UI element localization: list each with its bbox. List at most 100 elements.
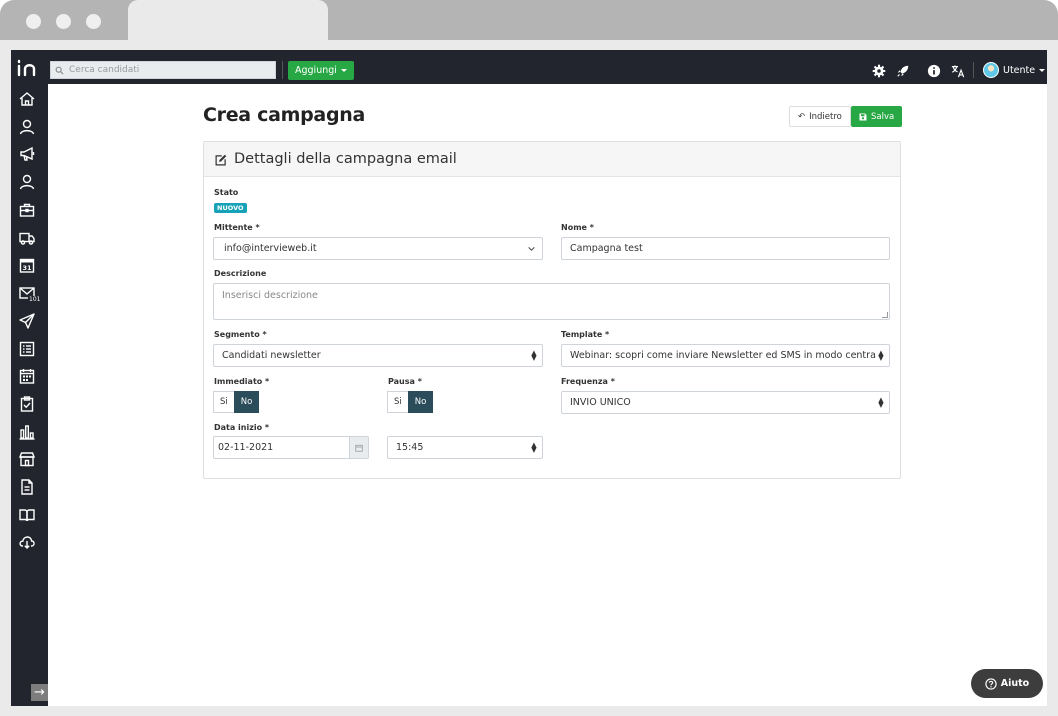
template-value: Webinar: scopri come inviare Newsletter … bbox=[570, 350, 876, 361]
page-title: Crea campagna bbox=[203, 104, 365, 126]
sidebar: 31 101 → bbox=[11, 50, 48, 706]
data-inizio-input[interactable]: 02-11-2021 bbox=[213, 436, 369, 459]
help-button[interactable]: Aiuto bbox=[971, 669, 1043, 698]
ora-select[interactable]: 15:45 ▲ ▼ bbox=[387, 436, 543, 459]
store-icon[interactable] bbox=[18, 451, 36, 467]
help-button-label: Aiuto bbox=[1000, 678, 1030, 689]
window-close-dot[interactable] bbox=[26, 14, 41, 29]
browser-toolbar bbox=[0, 40, 1058, 50]
caret-down-icon bbox=[340, 69, 347, 72]
segmento-label: Segmento * bbox=[214, 330, 267, 339]
logo-icon[interactable] bbox=[16, 59, 40, 77]
descrizione-textarea[interactable]: Inserisci descrizione bbox=[213, 283, 890, 320]
immediato-si-option[interactable]: Si bbox=[213, 391, 234, 413]
mittente-label: Mittente * bbox=[214, 223, 260, 232]
sidebar-expand-button[interactable]: → bbox=[31, 684, 48, 701]
select-arrows-icon: ▲ ▼ bbox=[878, 348, 884, 362]
descrizione-label: Descrizione bbox=[214, 269, 267, 278]
segmento-select[interactable]: Candidati newsletter ▲ ▼ bbox=[213, 344, 543, 367]
pausa-label: Pausa * bbox=[388, 377, 422, 386]
truck-icon[interactable] bbox=[19, 230, 35, 246]
mail-count-badge: 101 bbox=[28, 296, 42, 303]
pausa-no-option[interactable]: No bbox=[407, 391, 434, 413]
nome-label: Nome * bbox=[561, 223, 594, 232]
calendar-icon[interactable] bbox=[349, 437, 368, 458]
pausa-si-option[interactable]: Si bbox=[387, 391, 408, 413]
resize-handle[interactable] bbox=[882, 312, 888, 318]
immediato-label: Immediato * bbox=[214, 377, 270, 386]
nome-value: Campagna test bbox=[570, 243, 643, 254]
chevron-down-icon bbox=[528, 247, 535, 251]
search-input[interactable] bbox=[69, 65, 269, 75]
frequenza-label: Frequenza * bbox=[561, 377, 615, 386]
arrow-right-icon: → bbox=[34, 685, 45, 700]
search-box[interactable] bbox=[50, 61, 276, 79]
ora-value: 15:45 bbox=[396, 442, 424, 453]
rocket-icon[interactable] bbox=[896, 63, 910, 77]
add-button-label: Aggiungi bbox=[295, 65, 337, 76]
select-arrows-icon: ▲ ▼ bbox=[531, 348, 537, 362]
search-icon bbox=[55, 66, 64, 75]
candidate-icon[interactable] bbox=[19, 174, 35, 190]
back-button-label: Indietro bbox=[809, 111, 842, 122]
app-window: Aggiungi Utente bbox=[11, 50, 1047, 706]
pausa-toggle[interactable]: Si No bbox=[387, 391, 434, 413]
user-menu[interactable]: Utente bbox=[1003, 65, 1046, 76]
immediato-toggle[interactable]: Si No bbox=[213, 391, 260, 413]
save-button-label: Salva bbox=[871, 111, 895, 122]
window-maximize-dot[interactable] bbox=[86, 14, 101, 29]
window-minimize-dot[interactable] bbox=[56, 14, 71, 29]
briefcase-icon[interactable] bbox=[19, 202, 35, 218]
frame-left-border bbox=[0, 50, 11, 716]
book-icon[interactable] bbox=[19, 507, 35, 523]
top-navbar: Aggiungi Utente bbox=[11, 50, 1047, 84]
topbar-divider bbox=[282, 61, 283, 79]
cloud-download-icon[interactable] bbox=[19, 534, 35, 550]
info-icon[interactable] bbox=[927, 63, 941, 78]
edit-icon bbox=[215, 154, 227, 166]
paper-plane-icon[interactable] bbox=[19, 313, 35, 329]
clipboard-check-icon[interactable] bbox=[19, 396, 35, 412]
stato-label: Stato bbox=[214, 188, 239, 197]
language-icon[interactable] bbox=[951, 63, 965, 78]
megaphone-icon[interactable] bbox=[19, 146, 35, 162]
frame-bottom-border bbox=[0, 706, 1058, 716]
topbar-separator bbox=[973, 62, 974, 78]
main-content: Crea campagna ↶ Indietro Salva Dettagli … bbox=[48, 84, 1047, 706]
user-icon[interactable] bbox=[19, 119, 35, 135]
frequenza-value: INVIO UNICO bbox=[570, 397, 631, 408]
save-button[interactable]: Salva bbox=[851, 106, 903, 127]
gear-icon[interactable] bbox=[872, 63, 886, 78]
document-icon[interactable] bbox=[19, 479, 35, 495]
status-badge: NUOVO bbox=[214, 203, 247, 213]
user-name: Utente bbox=[1003, 65, 1036, 76]
immediato-no-option[interactable]: No bbox=[233, 391, 260, 413]
bar-chart-icon[interactable] bbox=[19, 424, 35, 440]
select-arrows-icon: ▲ ▼ bbox=[531, 440, 537, 454]
data-inizio-value: 02-11-2021 bbox=[218, 442, 274, 453]
back-button[interactable]: ↶ Indietro bbox=[789, 106, 851, 127]
calendar-icon[interactable]: 31 bbox=[19, 257, 35, 273]
mittente-select[interactable]: info@intervieweb.it bbox=[213, 237, 543, 260]
home-icon[interactable] bbox=[19, 91, 35, 107]
add-dropdown-button[interactable]: Aggiungi bbox=[288, 61, 354, 80]
floppy-disk-icon bbox=[859, 113, 867, 120]
undo-icon: ↶ bbox=[798, 111, 806, 122]
question-circle-icon bbox=[985, 677, 997, 690]
schedule-icon[interactable] bbox=[19, 368, 35, 384]
card-title: Dettagli della campagna email bbox=[234, 151, 457, 167]
template-select[interactable]: Webinar: scopri come inviare Newsletter … bbox=[561, 344, 890, 367]
list-icon[interactable] bbox=[19, 341, 35, 357]
browser-tab[interactable] bbox=[128, 0, 328, 42]
segmento-value: Candidati newsletter bbox=[222, 350, 321, 361]
caret-down-icon bbox=[1039, 69, 1046, 72]
descrizione-placeholder: Inserisci descrizione bbox=[222, 290, 318, 301]
campaign-details-card: Dettagli della campagna email Stato NUOV… bbox=[203, 141, 901, 479]
mittente-value: info@intervieweb.it bbox=[224, 243, 317, 254]
select-arrows-icon: ▲ ▼ bbox=[878, 395, 884, 409]
card-header: Dettagli della campagna email bbox=[204, 142, 900, 177]
avatar[interactable] bbox=[983, 62, 999, 78]
nome-input[interactable]: Campagna test bbox=[561, 237, 890, 260]
data-inizio-label: Data inizio * bbox=[214, 423, 270, 432]
frequenza-select[interactable]: INVIO UNICO ▲ ▼ bbox=[561, 391, 890, 414]
